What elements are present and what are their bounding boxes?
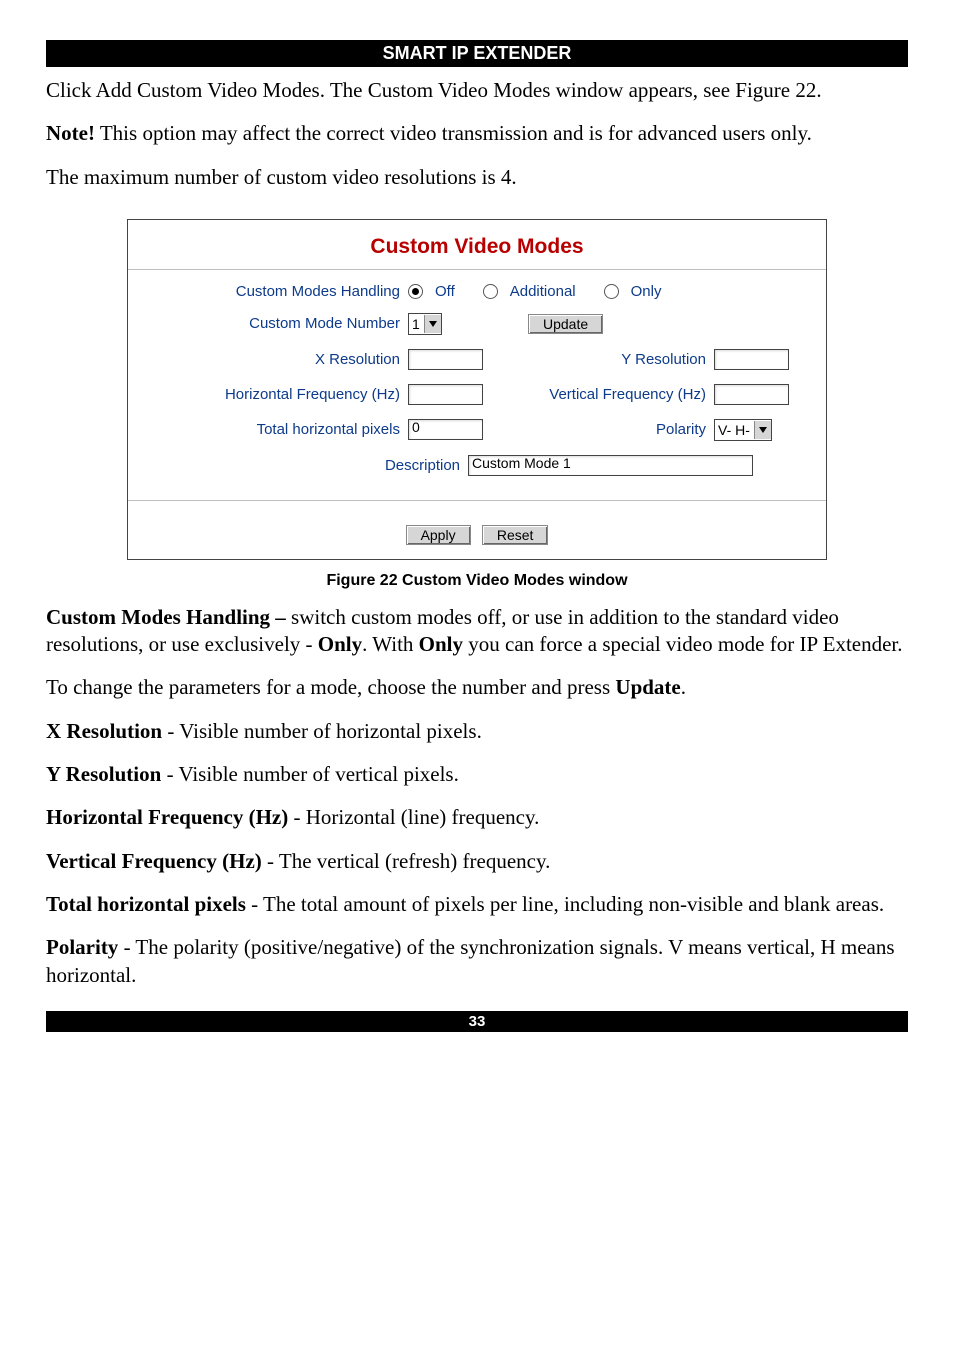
header-bar: SMART IP EXTENDER <box>46 40 908 67</box>
expl-change-dot: . <box>681 675 686 699</box>
row-frequency: Horizontal Frequency (Hz) Vertical Frequ… <box>150 384 804 405</box>
expl-yres-l: Y Resolution <box>46 762 161 786</box>
expl-thp-r: - The total amount of pixels per line, i… <box>246 892 884 916</box>
expl-only-1: Only <box>318 632 362 656</box>
custom-mode-number-select[interactable]: 1 <box>408 313 442 335</box>
label-custom-mode-number: Custom Mode Number <box>150 316 408 331</box>
expl-hf-r: - Horizontal (line) frequency. <box>288 805 539 829</box>
row-total-polarity: Total horizontal pixels 0 Polarity V- H- <box>150 419 804 441</box>
expl-yres-r: - Visible number of vertical pixels. <box>161 762 459 786</box>
figure-caption: Figure 22 Custom Video Modes window <box>46 572 908 590</box>
reset-button[interactable]: Reset <box>482 525 549 545</box>
expl-pol-l: Polarity <box>46 935 118 959</box>
expl-cmh-c: you can force a special video mode for I… <box>463 632 902 656</box>
expl-change-a: To change the parameters for a mode, cho… <box>46 675 615 699</box>
apply-button[interactable]: Apply <box>406 525 471 545</box>
update-button[interactable]: Update <box>528 314 603 334</box>
expl-cmh-b: . With <box>362 632 419 656</box>
row-custom-mode-number: Custom Mode Number 1 Update <box>150 313 804 335</box>
y-resolution-input[interactable] <box>714 349 789 370</box>
label-description: Description <box>150 458 468 473</box>
expl-only-2: Only <box>419 632 463 656</box>
page: SMART IP EXTENDER Click Add Custom Video… <box>0 0 954 1032</box>
polarity-value: V- H- <box>718 423 750 437</box>
polarity-select[interactable]: V- H- <box>714 419 772 441</box>
panel-title: Custom Video Modes <box>128 220 826 270</box>
page-number: 33 <box>469 1013 486 1030</box>
chevron-down-icon <box>424 315 441 333</box>
radio-only-label: Only <box>631 284 662 299</box>
row-custom-modes-handling: Custom Modes Handling Off Additional Onl… <box>150 284 804 299</box>
horizontal-frequency-input[interactable] <box>408 384 483 405</box>
vertical-frequency-input[interactable] <box>714 384 789 405</box>
panel-footer: Apply Reset <box>128 501 826 559</box>
x-resolution-input[interactable] <box>408 349 483 370</box>
label-total-hpix: Total horizontal pixels <box>150 422 408 437</box>
radio-off[interactable] <box>408 284 423 299</box>
custom-video-modes-panel: Custom Video Modes Custom Modes Handling… <box>127 219 827 560</box>
expl-xres: X Resolution - Visible number of horizon… <box>46 718 908 745</box>
chevron-down-icon <box>754 421 771 439</box>
label-y-resolution: Y Resolution <box>498 352 714 367</box>
label-custom-modes-handling: Custom Modes Handling <box>150 284 408 299</box>
expl-hf-l: Horizontal Frequency (Hz) <box>46 805 288 829</box>
expl-thp: Total horizontal pixels - The total amou… <box>46 891 908 918</box>
expl-custom-modes-handling: Custom Modes Handling – switch custom mo… <box>46 604 908 659</box>
expl-xres-r: - Visible number of horizontal pixels. <box>162 719 482 743</box>
panel-body: Custom Modes Handling Off Additional Onl… <box>128 270 826 501</box>
radio-only[interactable] <box>604 284 619 299</box>
expl-update-b: Update <box>615 675 680 699</box>
expl-hfreq: Horizontal Frequency (Hz) - Horizontal (… <box>46 804 908 831</box>
total-hpix-input[interactable]: 0 <box>408 419 483 440</box>
expl-pol: Polarity - The polarity (positive/negati… <box>46 934 908 989</box>
expl-xres-l: X Resolution <box>46 719 162 743</box>
custom-mode-number-value: 1 <box>412 317 420 331</box>
expl-vf-l: Vertical Frequency (Hz) <box>46 849 262 873</box>
label-horizontal-frequency: Horizontal Frequency (Hz) <box>150 387 408 402</box>
description-input[interactable]: Custom Mode 1 <box>468 455 753 476</box>
expl-thp-l: Total horizontal pixels <box>46 892 246 916</box>
expl-change: To change the parameters for a mode, cho… <box>46 674 908 701</box>
intro-paragraph: Click Add Custom Video Modes. The Custom… <box>46 77 908 104</box>
radio-additional-label: Additional <box>510 284 576 299</box>
label-vertical-frequency: Vertical Frequency (Hz) <box>498 387 714 402</box>
expl-cmh-label: Custom Modes Handling – <box>46 605 291 629</box>
expl-yres: Y Resolution - Visible number of vertica… <box>46 761 908 788</box>
expl-vf-r: - The vertical (refresh) frequency. <box>262 849 551 873</box>
note-paragraph: Note! This option may affect the correct… <box>46 120 908 147</box>
row-resolution: X Resolution Y Resolution <box>150 349 804 370</box>
footer-bar: 33 <box>46 1011 908 1032</box>
radio-additional[interactable] <box>483 284 498 299</box>
row-description: Description Custom Mode 1 <box>150 455 804 476</box>
label-x-resolution: X Resolution <box>150 352 408 367</box>
label-polarity: Polarity <box>498 422 714 437</box>
radio-off-label: Off <box>435 284 455 299</box>
header-title: SMART IP EXTENDER <box>383 43 572 63</box>
note-label: Note! <box>46 121 95 145</box>
expl-pol-r: - The polarity (positive/negative) of th… <box>46 935 895 986</box>
max-line: The maximum number of custom video resol… <box>46 164 908 191</box>
expl-vfreq: Vertical Frequency (Hz) - The vertical (… <box>46 848 908 875</box>
note-text: This option may affect the correct video… <box>95 121 812 145</box>
